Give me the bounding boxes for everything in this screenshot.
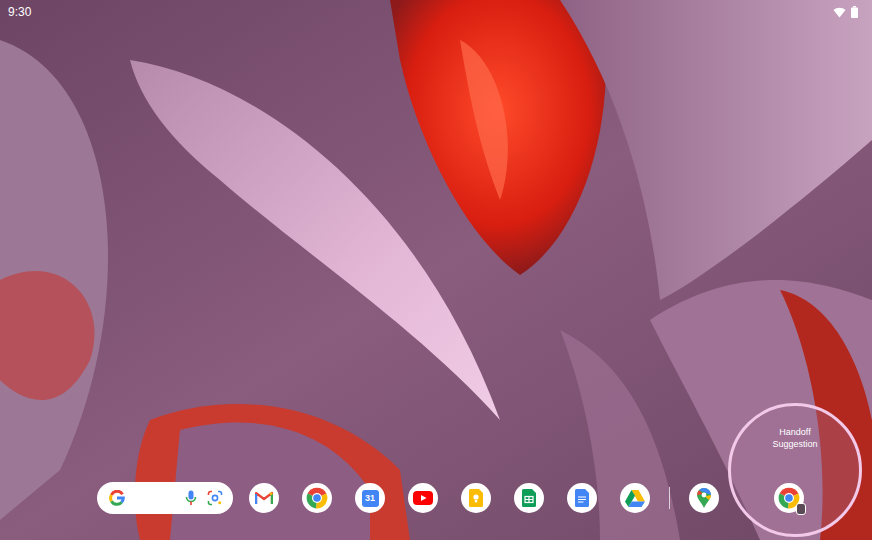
battery-icon (851, 6, 858, 18)
microphone-icon[interactable] (185, 490, 197, 506)
taskbar: 31 Handoff Suggestion (0, 483, 872, 540)
handoff-suggestion[interactable]: Handoff Suggestion (774, 483, 804, 513)
drive-icon (625, 490, 645, 507)
phone-badge-icon (796, 503, 806, 515)
docs-icon (575, 489, 589, 507)
app-button[interactable] (302, 483, 332, 513)
chrome-icon (305, 486, 329, 510)
app-button[interactable] (567, 483, 597, 513)
taskbar-apps: 31 (249, 483, 719, 513)
status-time: 9:30 (8, 5, 31, 19)
lens-icon[interactable] (207, 490, 223, 506)
app-button[interactable] (461, 483, 491, 513)
status-bar: 9:30 (0, 0, 872, 22)
maps-icon (697, 488, 711, 508)
handoff-highlight: Handoff Suggestion (728, 403, 862, 537)
app-button[interactable] (408, 483, 438, 513)
app-button[interactable] (620, 483, 650, 513)
sheets-icon (522, 489, 536, 507)
keep-icon (469, 489, 483, 507)
calendar-icon: 31 (362, 490, 379, 507)
gmail-icon (255, 491, 273, 505)
youtube-icon (413, 491, 433, 505)
app-button[interactable] (249, 483, 279, 513)
taskbar-divider (669, 487, 670, 509)
search-bar[interactable] (97, 482, 233, 514)
handoff-label: Handoff Suggestion (763, 426, 827, 450)
handoff-app-button[interactable] (774, 483, 804, 513)
status-icons (833, 6, 858, 18)
app-button[interactable] (689, 483, 719, 513)
app-button[interactable]: 31 (355, 483, 385, 513)
wifi-icon (833, 7, 846, 18)
calendar-day: 31 (365, 494, 375, 503)
app-button[interactable] (514, 483, 544, 513)
google-logo-icon (109, 490, 125, 506)
home-screen: 9:30 31 Handoff Suggestion (0, 0, 872, 540)
